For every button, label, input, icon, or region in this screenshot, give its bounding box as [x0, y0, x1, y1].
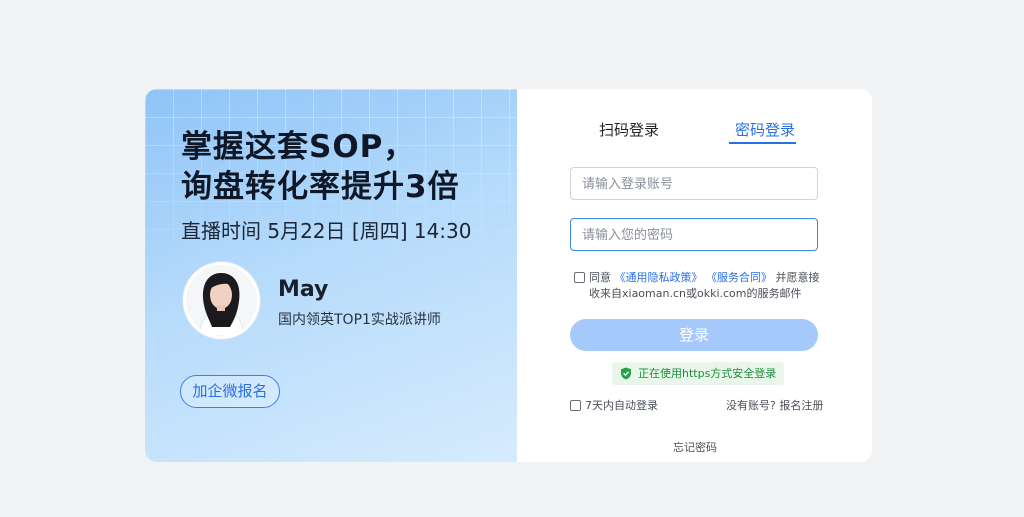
- login-panel: 扫码登录 密码登录 同意 《通用隐私政策》 《服务合同》 并愿意接 收来自xia…: [517, 89, 872, 462]
- speaker-name: May: [278, 277, 329, 302]
- speaker-title: 国内领英TOP1实战派讲师: [278, 312, 441, 328]
- banner-headline-line1: 掌握这套SOP，: [181, 129, 416, 165]
- service-contract-link[interactable]: 《服务合同》: [706, 271, 772, 284]
- login-button[interactable]: 登录: [570, 319, 818, 351]
- speaker-avatar: [183, 262, 260, 339]
- register-link[interactable]: 没有账号? 报名注册: [726, 397, 823, 413]
- agreement-checkbox[interactable]: [574, 272, 585, 283]
- agreement-prefix: 同意: [589, 271, 611, 284]
- forgot-password-link[interactable]: 忘记密码: [673, 439, 717, 455]
- password-input[interactable]: [570, 218, 818, 251]
- account-input[interactable]: [570, 167, 818, 200]
- tab-qr-login[interactable]: 扫码登录: [599, 119, 659, 140]
- active-tab-indicator: [729, 142, 796, 144]
- remember-checkbox[interactable]: [570, 400, 581, 411]
- live-time: 直播时间 5月22日 [周四] 14:30: [181, 219, 472, 243]
- agreement-line2: 收来自xiaoman.cn或okki.com的服务邮件: [589, 287, 802, 300]
- remember-me[interactable]: 7天内自动登录: [570, 397, 658, 413]
- banner-headline-line2: 询盘转化率提升3倍: [181, 169, 460, 205]
- login-card: 掌握这套SOP， 询盘转化率提升3倍 直播时间 5月22日 [周四] 14:30…: [145, 89, 872, 462]
- tab-password-login[interactable]: 密码登录: [735, 119, 795, 140]
- privacy-policy-link[interactable]: 《通用隐私政策》: [615, 271, 703, 284]
- banner-headline: 掌握这套SOP， 询盘转化率提升3倍: [181, 127, 460, 207]
- wecom-signup-button[interactable]: 加企微报名: [180, 375, 280, 408]
- secure-notice-text: 正在使用https方式安全登录: [638, 367, 777, 380]
- secure-login-notice: 正在使用https方式安全登录: [612, 362, 785, 385]
- shield-check-icon: [621, 367, 631, 380]
- promo-banner[interactable]: 掌握这套SOP， 询盘转化率提升3倍 直播时间 5月22日 [周四] 14:30…: [145, 89, 517, 462]
- remember-label: 7天内自动登录: [585, 399, 658, 412]
- agreement-suffix: 并愿意接: [775, 271, 820, 284]
- agreement-block: 同意 《通用隐私政策》 《服务合同》 并愿意接 收来自xiaoman.cn或ok…: [574, 270, 824, 302]
